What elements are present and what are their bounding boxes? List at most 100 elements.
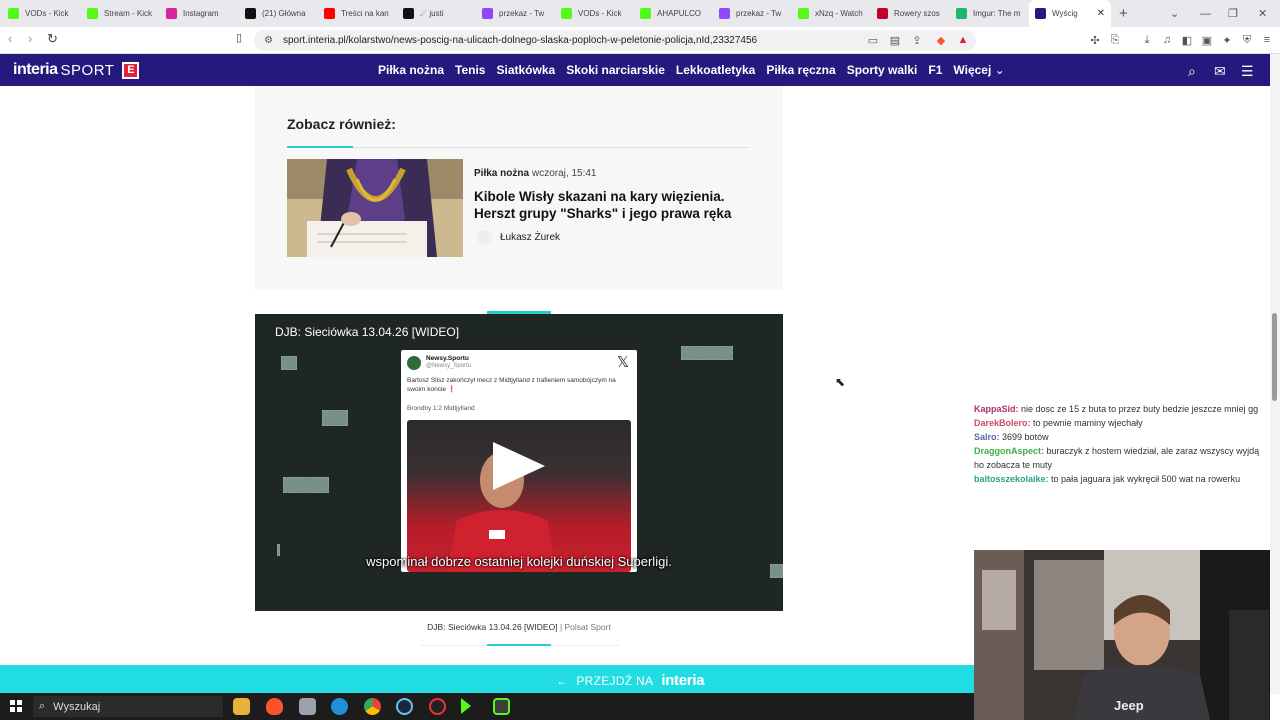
related-category[interactable]: Piłka nożna	[474, 168, 529, 179]
nav-item-sporty-walki[interactable]: Sporty walki	[847, 63, 918, 77]
nav-item-lekkoatletyka[interactable]: Lekkoatletyka	[676, 63, 755, 77]
tab-title: VODs - Kick	[578, 9, 622, 18]
close-tab-icon[interactable]: ✕	[1097, 8, 1105, 19]
youtube-icon	[324, 8, 335, 19]
brave-shield-icon[interactable]: ◆	[934, 33, 948, 47]
chat-username[interactable]: DraggonAspect:	[974, 446, 1044, 456]
nav-item-siatkowka[interactable]: Siatkówka	[496, 63, 555, 77]
related-article-thumbnail[interactable]	[287, 159, 463, 257]
chevron-down-icon: ⌄	[994, 63, 1005, 77]
screenshot-icon[interactable]: ⎘	[1108, 33, 1122, 47]
taskbar-search[interactable]: ⌕ Wyszukaj	[33, 696, 223, 717]
browser-tab[interactable]: przekaz - Tw	[476, 0, 555, 27]
nav-item-pilka-reczna[interactable]: Piłka ręczna	[766, 63, 835, 77]
menu-icon[interactable]: ≡	[1260, 33, 1274, 47]
tab-title: Rowery szos	[894, 9, 940, 18]
nav-item-pilka-nozna[interactable]: Piłka nożna	[378, 63, 444, 77]
obs-icon[interactable]	[429, 698, 446, 715]
browser-tab[interactable]: Wyścig ✕	[1029, 0, 1111, 27]
kick-icon	[8, 8, 19, 19]
rewards-icon[interactable]: ▲	[956, 33, 970, 47]
bookmark-icon[interactable]: ▯	[236, 31, 242, 44]
x-logo-icon: 𝕏	[616, 354, 629, 371]
new-tab-button[interactable]: +	[1119, 5, 1128, 22]
hamburger-menu-icon[interactable]: ☰	[1241, 63, 1254, 80]
leo-ai-icon[interactable]: ✦	[1220, 33, 1234, 47]
steam-icon[interactable]	[396, 698, 413, 715]
reader-icon[interactable]: ▤	[888, 33, 902, 47]
minimize-button[interactable]: —	[1200, 0, 1211, 27]
media-icon[interactable]: ♫	[1160, 33, 1174, 47]
browser-tab[interactable]: przekaz - Tw	[713, 0, 792, 27]
browser-tab[interactable]: AHAPULCO	[634, 0, 713, 27]
browser-tab[interactable]: Treści na kan	[318, 0, 397, 27]
extensions-icon[interactable]: ✣	[1088, 33, 1102, 47]
chat-text: to pewnie maminy wjechały	[1033, 418, 1143, 428]
sidebar-icon[interactable]: ◧	[1180, 33, 1194, 47]
author-name[interactable]: Łukasz Żurek	[500, 232, 560, 243]
nav-item-wiecej[interactable]: Więcej ⌄	[953, 63, 1004, 77]
search-icon[interactable]: ⌕	[1188, 63, 1196, 80]
forward-button[interactable]: ›	[28, 31, 32, 46]
mail-icon[interactable]: ✉	[1214, 63, 1226, 80]
close-window-button[interactable]: ✕	[1258, 0, 1267, 27]
nav-item-skoki[interactable]: Skoki narciarskie	[566, 63, 665, 77]
browser-tab[interactable]: Rowery szos	[871, 0, 950, 27]
chat-username[interactable]: baltosszekolaike:	[974, 474, 1049, 484]
chat-message: KappaSid: nie dosc ze 15 z buta to przez…	[974, 402, 1264, 416]
app-icon[interactable]	[299, 698, 316, 715]
divider	[287, 147, 749, 148]
kick-icon	[87, 8, 98, 19]
nav-item-f1[interactable]: F1	[928, 63, 942, 77]
scrollbar-thumb[interactable]	[1272, 313, 1277, 401]
kick-icon	[640, 8, 651, 19]
chat-message: Salro: 3699 botów	[974, 430, 1264, 444]
windows-start-icon[interactable]	[10, 700, 22, 712]
go-to-interia-banner[interactable]: ← PRZEJDŹ NA interia	[0, 665, 974, 693]
related-heading: Zobacz również:	[287, 116, 396, 132]
chat-username[interactable]: KappaSid:	[974, 404, 1019, 414]
kick-icon[interactable]	[461, 698, 471, 714]
chat-username[interactable]: DarekBolero:	[974, 418, 1031, 428]
site-info-icon[interactable]: ⚙	[264, 35, 273, 46]
restore-button[interactable]: ❐	[1228, 0, 1238, 27]
divider-accent	[487, 644, 551, 646]
share-icon[interactable]: ⇪	[910, 33, 924, 47]
browser-tab[interactable]: Imgur: The m	[950, 0, 1029, 27]
brave-icon[interactable]	[266, 698, 283, 715]
x-icon	[245, 8, 256, 19]
back-button[interactable]: ‹	[8, 31, 12, 46]
browser-tab[interactable]: Stream - Kick	[81, 0, 160, 27]
author-avatar	[477, 230, 492, 245]
file-explorer-icon[interactable]	[233, 698, 250, 715]
vpn-icon[interactable]: ⛨	[1240, 33, 1254, 47]
edge-icon[interactable]	[331, 698, 348, 715]
arrow-left-icon: ←	[556, 673, 569, 688]
tab-title: Stream - Kick	[104, 9, 153, 18]
reload-button[interactable]: ↻	[47, 31, 58, 47]
download-icon[interactable]: ⤓	[1140, 33, 1154, 47]
related-article-title[interactable]: Kibole Wisły skazani na kary więzienia. …	[474, 188, 754, 222]
interia-sport-logo[interactable]: interia SPORT E	[13, 61, 140, 79]
chat-message: baltosszekolaike: to pała jaguara jak wy…	[974, 472, 1264, 486]
browser-tab[interactable]: VODs - Kick	[2, 0, 81, 27]
decorative-glow	[681, 346, 733, 360]
tab-list-dropdown[interactable]: ⌄	[1170, 0, 1179, 27]
chat-username[interactable]: Salro:	[974, 432, 1000, 442]
active-app-icon[interactable]	[493, 698, 510, 715]
browser-tab[interactable]: ☄ justi	[397, 0, 476, 27]
play-icon[interactable]	[493, 442, 545, 490]
browser-tab[interactable]: Instagram	[160, 0, 239, 27]
chrome-icon[interactable]	[364, 698, 381, 715]
wallet-icon[interactable]: ▣	[1200, 33, 1214, 47]
shirt-text: Jeep	[1114, 698, 1144, 713]
screen-icon[interactable]: ▭	[866, 33, 880, 47]
browser-tab[interactable]: xNzq - Watch	[792, 0, 871, 27]
browser-tab[interactable]: VODs - Kick	[555, 0, 634, 27]
video-player[interactable]: DJB: Sieciówka 13.04.26 [WIDEO] Newsy.Sp…	[255, 314, 783, 611]
browser-tab-strip: VODs - Kick Stream - Kick Instagram (21) Gł…	[0, 0, 1280, 27]
nav-item-tenis[interactable]: Tenis	[455, 63, 485, 77]
browser-tab[interactable]: (21) Główna	[239, 0, 318, 27]
logo-badge: E	[122, 61, 140, 79]
tab-title: Instagram	[183, 9, 219, 18]
